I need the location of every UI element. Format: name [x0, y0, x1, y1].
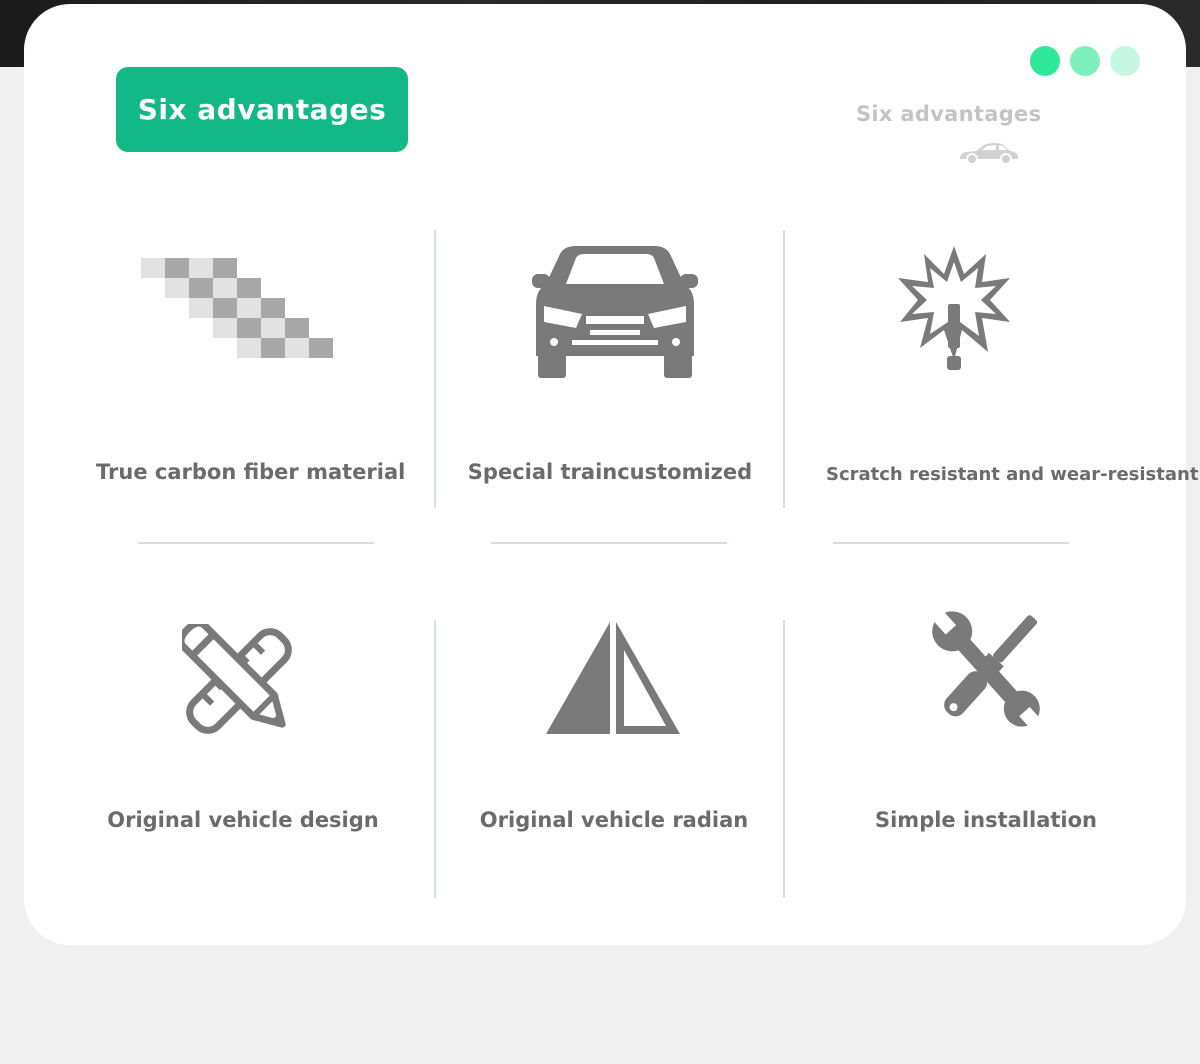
wrench-screwdriver-icon [932, 608, 1042, 732]
advantage-label: Original vehicle radian [479, 808, 749, 832]
advantage-label: True carbon fiber material [96, 460, 406, 484]
dot-icon [1030, 46, 1060, 76]
advantage-label: Original vehicle design [107, 808, 379, 832]
dot-icon [1110, 46, 1140, 76]
triangle-icon [546, 622, 680, 734]
pencil-ruler-icon [182, 624, 292, 734]
warning-burst-icon [898, 246, 1010, 370]
column-divider [434, 230, 436, 508]
advantage-label: Special traincustomized [467, 460, 753, 484]
column-divider [783, 230, 785, 508]
car-front-icon [532, 246, 698, 378]
column-divider [783, 620, 785, 898]
section-subtitle: Six advantages [856, 102, 1042, 126]
section-title-badge: Six advantages [116, 67, 408, 152]
column-divider [434, 620, 436, 898]
checker-pattern-icon [141, 258, 333, 358]
row-divider [138, 542, 374, 544]
row-divider [833, 542, 1069, 544]
advantages-card: Six advantages Six advantages True carbo… [24, 4, 1199, 945]
advantage-label: Scratch resistant and wear-resistant [826, 464, 1199, 485]
dot-icon [1070, 46, 1100, 76]
car-side-icon [960, 143, 1018, 165]
advantage-label: Simple installation [874, 808, 1098, 832]
row-divider [491, 542, 727, 544]
decorative-dots [1030, 46, 1140, 76]
